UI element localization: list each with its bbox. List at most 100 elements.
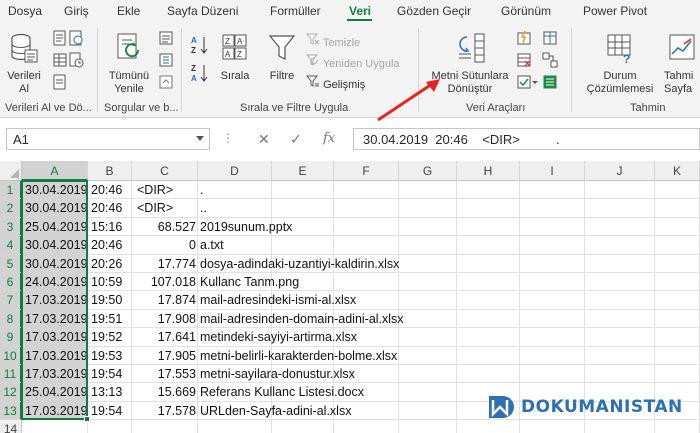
cell-d[interactable]: a.txt (200, 236, 500, 254)
cell-a[interactable]: 17.03.2019 (22, 365, 87, 384)
cell-a[interactable]: 25.04.2019 (22, 383, 87, 402)
cell-a[interactable]: 17.03.2019 (22, 328, 87, 347)
recent-sources-button[interactable] (68, 52, 84, 72)
cell-c-number[interactable]: 107.018 (132, 273, 196, 291)
relationships-button[interactable] (542, 52, 558, 72)
cell-c-number[interactable]: 17.908 (132, 310, 196, 328)
cell-c-number[interactable]: 68.527 (132, 218, 196, 236)
cell-d[interactable] (200, 420, 500, 433)
cell-c-number[interactable]: 15.669 (132, 383, 196, 401)
cell-a[interactable]: 30.04.2019 (22, 199, 87, 218)
consolidate-button[interactable] (542, 30, 558, 50)
column-header-e[interactable]: E (272, 161, 334, 181)
insert-function-icon[interactable]: fx (323, 131, 335, 146)
cell-a[interactable]: 24.04.2019 (22, 273, 87, 292)
name-box[interactable]: A1 (6, 128, 210, 150)
cell-a[interactable]: 30.04.2019 (22, 254, 87, 273)
cell-b[interactable]: 19:54 (91, 365, 132, 383)
cell-a[interactable]: 30.04.2019 (22, 181, 87, 200)
row-header[interactable]: 1 (0, 181, 22, 200)
tab-home[interactable]: Giriş (64, 4, 89, 18)
cell-d[interactable]: metni-sayilara-donustur.xlsx (200, 365, 500, 383)
cell-b[interactable]: 10:59 (91, 273, 132, 291)
sort-za-button[interactable]: Z A (190, 62, 210, 88)
data-validation-button[interactable] (516, 74, 538, 94)
queries-connections-button[interactable] (158, 30, 174, 50)
sort-az-button[interactable]: A Z (190, 34, 210, 60)
cancel-icon[interactable]: ✕ (258, 131, 270, 148)
cell-c-number[interactable]: 17.774 (132, 255, 196, 273)
properties-button[interactable] (158, 52, 174, 72)
tab-review[interactable]: Gözden Geçir (397, 4, 471, 18)
cell-b[interactable]: 19:52 (91, 328, 132, 346)
row-header[interactable]: 9 (0, 328, 22, 347)
manage-data-model-button[interactable] (542, 74, 558, 94)
cell-c-number[interactable]: 17.641 (132, 328, 196, 346)
column-header-c[interactable]: C (132, 161, 198, 181)
cell-a[interactable] (22, 420, 87, 433)
cell-b[interactable]: 20:26 (91, 255, 132, 273)
cell-d[interactable]: mail-adresinden-domain-adini-al.xlsx (200, 310, 500, 328)
column-header-b[interactable]: B (88, 161, 132, 181)
row-header[interactable]: 14 (0, 420, 22, 433)
cell-d[interactable]: dosya-adindaki-uzantiyi-kaldirin.xlsx (200, 255, 500, 273)
cell-b[interactable]: 19:53 (91, 347, 132, 365)
tab-formulas[interactable]: Formüller (270, 4, 321, 18)
cell-a[interactable]: 17.03.2019 (22, 309, 87, 329)
column-header-g[interactable]: G (399, 161, 457, 181)
column-header-k[interactable]: K (655, 161, 700, 181)
existing-connections-button[interactable] (52, 74, 68, 94)
tab-power-pivot[interactable]: Power Pivot (583, 4, 647, 18)
cell-d[interactable]: . (200, 181, 500, 199)
cell-d[interactable]: mail-adresindeki-ismi-al.xlsx (200, 291, 500, 309)
cell-b[interactable]: 13:13 (91, 383, 132, 401)
fill-handle[interactable] (84, 416, 90, 423)
cell-d[interactable]: Kullanc Tanm.png (200, 273, 500, 291)
cell-a[interactable]: 17.03.2019 (22, 346, 87, 365)
enter-icon[interactable]: ✓ (290, 131, 302, 148)
cell-b[interactable]: 20:46 (91, 181, 132, 199)
cell-a[interactable]: 17.03.2019 (22, 291, 87, 310)
tab-file[interactable]: Dosya (8, 4, 42, 18)
chevron-down-icon[interactable] (196, 136, 204, 141)
forecast-sheet-button[interactable]: Tahmi Sayfa (664, 32, 700, 96)
cell-a[interactable]: 17.03.2019 (22, 401, 87, 421)
cell-b[interactable]: 15:16 (91, 218, 132, 236)
cell-c-number[interactable]: 17.905 (132, 347, 196, 365)
cell-d[interactable]: 2019sunum.pptx (200, 218, 500, 236)
column-header-h[interactable]: H (457, 161, 520, 181)
column-header-j[interactable]: J (585, 161, 655, 181)
flash-fill-button[interactable] (516, 30, 532, 50)
cell-d[interactable]: metindeki-sayiyi-artirma.xlsx (200, 328, 500, 346)
refresh-all-button[interactable]: Tümünü Yenile (104, 32, 154, 96)
cell-b[interactable]: 19:51 (91, 310, 132, 328)
select-all-button[interactable] (0, 161, 22, 181)
row-header[interactable]: 6 (0, 273, 22, 292)
cell-c-number[interactable] (132, 181, 196, 199)
cell-b[interactable]: 20:46 (91, 199, 132, 217)
row-header[interactable]: 7 (0, 291, 22, 310)
row-header[interactable]: 13 (0, 401, 22, 421)
cell-d[interactable]: Referans Kullanc Listesi.docx (200, 383, 500, 401)
formula-input[interactable]: 30.04.2019 20:46 <DIR> . (353, 128, 700, 150)
reapply-filter-button[interactable]: Yeniden Uygula (305, 53, 400, 71)
cell-d[interactable]: .. (200, 199, 500, 217)
advanced-filter-button[interactable]: Gelişmiş (305, 74, 365, 92)
tab-insert[interactable]: Ekle (117, 4, 140, 18)
from-text-button[interactable] (52, 30, 68, 50)
cell-b[interactable]: 20:46 (91, 236, 132, 254)
cell-a[interactable]: 25.04.2019 (22, 217, 87, 237)
cell-b[interactable] (91, 420, 132, 433)
cell-c-number[interactable]: 17.578 (132, 402, 196, 420)
remove-duplicates-button[interactable] (516, 52, 532, 72)
tab-data[interactable]: Veri (349, 4, 371, 18)
cell-d[interactable]: metni-belirli-karakterden-bolme.xlsx (200, 347, 500, 365)
cell-c-number[interactable] (132, 199, 196, 217)
cell-b[interactable]: 19:50 (91, 291, 132, 309)
row-header[interactable]: 8 (0, 309, 22, 329)
from-web-button[interactable] (68, 30, 84, 50)
row-header[interactable]: 5 (0, 254, 22, 273)
sort-button[interactable]: Z A A Z Sırala (216, 32, 254, 83)
cell-c-number[interactable]: 17.553 (132, 365, 196, 383)
column-header-d[interactable]: D (198, 161, 272, 181)
